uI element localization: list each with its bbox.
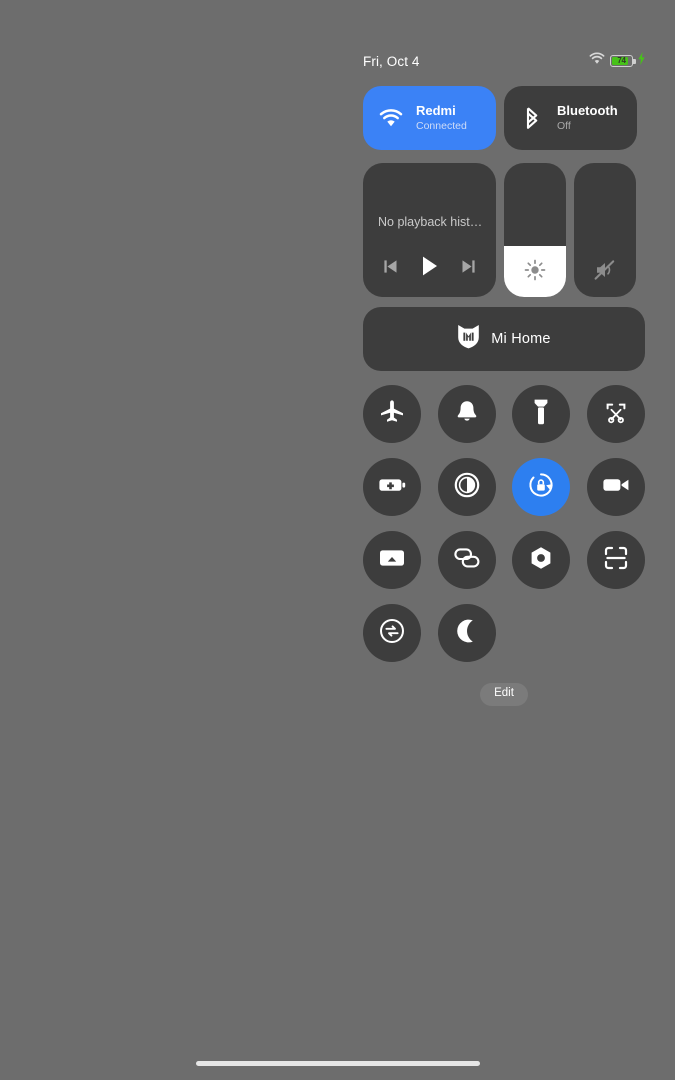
- rotation-lock-toggle[interactable]: [512, 458, 571, 516]
- dark-mode-toggle[interactable]: [437, 604, 496, 662]
- mi-home-label: Mi Home: [491, 331, 551, 347]
- status-bar-icons: 74: [589, 52, 645, 70]
- home-indicator[interactable]: [196, 1061, 480, 1066]
- edit-button-row: Edit: [363, 683, 645, 706]
- edit-button[interactable]: Edit: [480, 683, 528, 706]
- sync-toggle[interactable]: [363, 604, 421, 662]
- chain-link-icon: [453, 546, 481, 575]
- reading-mode-toggle[interactable]: [437, 458, 496, 516]
- media-title: No playback hist…: [378, 215, 483, 229]
- ringer-toggle[interactable]: [437, 385, 496, 443]
- bluetooth-tile[interactable]: Bluetooth Off: [504, 86, 637, 150]
- settings-toggle[interactable]: [512, 531, 571, 589]
- toggle-slot-empty: [512, 604, 570, 662]
- bluetooth-tile-status: Off: [557, 119, 571, 132]
- cast-screen-icon: [378, 547, 406, 574]
- wifi-icon: [379, 106, 403, 130]
- toggle-slot-empty: [587, 604, 645, 662]
- volume-muted-icon: [574, 259, 636, 281]
- battery-level-text: 74: [617, 56, 626, 65]
- flashlight-toggle[interactable]: [512, 385, 571, 443]
- screen-recorder-toggle[interactable]: [586, 458, 645, 516]
- charging-bolt-icon: [638, 52, 645, 70]
- scanner-toggle[interactable]: [586, 531, 645, 589]
- airplane-icon: [379, 399, 405, 430]
- quick-toggle-grid: [363, 385, 645, 662]
- video-camera-icon: [602, 476, 630, 499]
- scissors-icon: [603, 399, 629, 430]
- bluetooth-tile-title: Bluetooth: [557, 103, 618, 118]
- wifi-tile-status: Connected: [416, 119, 467, 132]
- wifi-tile-title: Redmi: [416, 103, 456, 118]
- connectivity-row: Redmi Connected Bluetooth Off: [363, 86, 645, 150]
- cast-toggle[interactable]: [363, 531, 421, 589]
- volume-slider[interactable]: [574, 163, 636, 297]
- battery-saver-toggle[interactable]: [363, 458, 421, 516]
- mi-home-logo-icon: [457, 324, 480, 354]
- status-bar-date: Fri, Oct 4: [363, 53, 420, 69]
- skip-next-icon[interactable]: [459, 257, 478, 276]
- brightness-sun-icon: [504, 259, 566, 281]
- wifi-icon: [589, 52, 605, 70]
- bluetooth-tile-text: Bluetooth Off: [557, 103, 618, 132]
- control-center-panel: Fri, Oct 4 74 Redmi Connected Bluetooth …: [363, 0, 645, 1080]
- status-bar: Fri, Oct 4 74: [363, 50, 645, 72]
- flashlight-icon: [533, 398, 549, 431]
- contrast-circle-icon: [454, 472, 480, 503]
- brightness-slider[interactable]: [504, 163, 566, 297]
- link-toggle[interactable]: [437, 531, 496, 589]
- airplane-mode-toggle[interactable]: [363, 385, 421, 443]
- media-and-sliders-row: No playback hist…: [363, 163, 645, 297]
- media-controls: [363, 253, 496, 279]
- scan-frame-icon: [603, 545, 629, 576]
- play-icon[interactable]: [416, 253, 442, 279]
- gear-nut-icon: [528, 545, 554, 576]
- battery-plus-icon: [378, 476, 406, 499]
- mi-home-button[interactable]: Mi Home: [363, 307, 645, 371]
- wifi-tile[interactable]: Redmi Connected: [363, 86, 496, 150]
- skip-previous-icon[interactable]: [381, 257, 400, 276]
- battery-indicator: 74: [610, 55, 636, 67]
- screenshot-toggle[interactable]: [586, 385, 645, 443]
- bell-icon: [455, 399, 479, 430]
- rotation-lock-icon: [527, 471, 555, 504]
- bluetooth-icon: [520, 106, 544, 130]
- wifi-tile-text: Redmi Connected: [416, 103, 467, 132]
- crescent-moon-icon: [455, 618, 479, 649]
- sync-arrows-icon: [379, 618, 405, 649]
- media-player-card[interactable]: No playback hist…: [363, 163, 496, 297]
